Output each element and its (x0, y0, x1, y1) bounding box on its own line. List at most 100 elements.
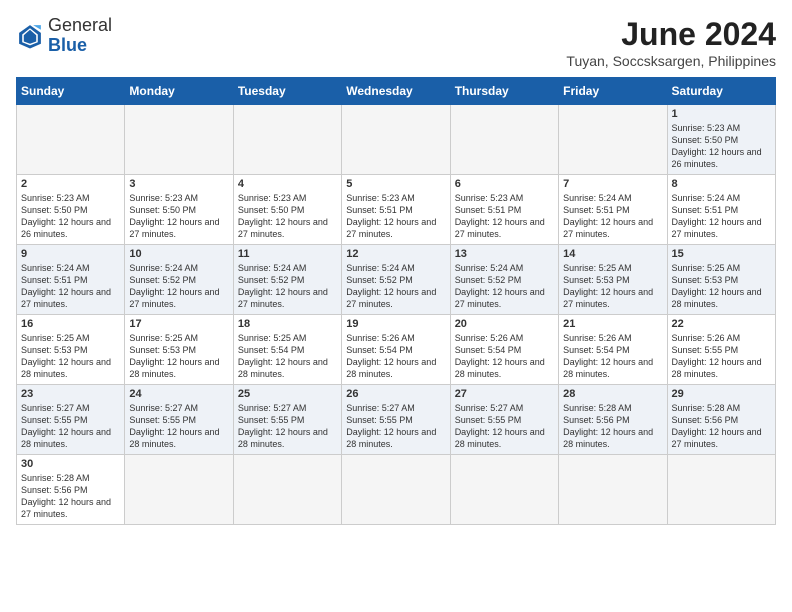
day-number: 3 (129, 178, 228, 190)
day-info: Sunrise: 5:25 AM Sunset: 5:53 PM Dayligh… (563, 262, 662, 311)
calendar-cell: 17 Sunrise: 5:25 AM Sunset: 5:53 PM Dayli… (125, 315, 233, 385)
day-number: 2 (21, 178, 120, 190)
day-number: 26 (346, 388, 445, 400)
month-year-title: June 2024 (566, 16, 776, 53)
calendar-day-header: Friday (559, 78, 667, 105)
calendar-day-header: Saturday (667, 78, 775, 105)
calendar-cell: 16 Sunrise: 5:25 AM Sunset: 5:53 PM Dayli… (17, 315, 125, 385)
day-number: 28 (563, 388, 662, 400)
day-info: Sunrise: 5:24 AM Sunset: 5:52 PM Dayligh… (346, 262, 445, 311)
day-info: Sunrise: 5:27 AM Sunset: 5:55 PM Dayligh… (21, 402, 120, 451)
calendar-cell: 13Sunrise: 5:24 AM Sunset: 5:52 PM Dayli… (450, 245, 558, 315)
day-number: 17 (129, 318, 228, 330)
calendar-cell: 26 Sunrise: 5:27 AM Sunset: 5:55 PM Dayli… (342, 385, 450, 455)
day-info: Sunrise: 5:28 AM Sunset: 5:56 PM Dayligh… (21, 472, 120, 521)
calendar-cell: 9 Sunrise: 5:24 AM Sunset: 5:51 PM Daylig… (17, 245, 125, 315)
calendar-cell (559, 455, 667, 525)
day-number: 6 (455, 178, 554, 190)
calendar-cell: 2 Sunrise: 5:23 AM Sunset: 5:50 PM Daylig… (17, 175, 125, 245)
calendar-cell: 21Sunrise: 5:26 AM Sunset: 5:54 PM Dayli… (559, 315, 667, 385)
day-info: Sunrise: 5:23 AM Sunset: 5:50 PM Dayligh… (238, 192, 337, 241)
day-number: 8 (672, 178, 771, 190)
calendar-week-row: 16 Sunrise: 5:25 AM Sunset: 5:53 PM Dayli… (17, 315, 776, 385)
day-number: 23 (21, 388, 120, 400)
day-info: Sunrise: 5:25 AM Sunset: 5:53 PM Dayligh… (21, 332, 120, 381)
calendar-week-row: 2 Sunrise: 5:23 AM Sunset: 5:50 PM Daylig… (17, 175, 776, 245)
calendar-day-header: Wednesday (342, 78, 450, 105)
day-number: 1 (672, 108, 771, 120)
day-info: Sunrise: 5:23 AM Sunset: 5:50 PM Dayligh… (129, 192, 228, 241)
day-number: 15 (672, 248, 771, 260)
day-info: Sunrise: 5:23 AM Sunset: 5:50 PM Dayligh… (21, 192, 120, 241)
day-info: Sunrise: 5:24 AM Sunset: 5:52 PM Dayligh… (238, 262, 337, 311)
location-subtitle: Tuyan, Soccsksargen, Philippines (566, 53, 776, 69)
logo-text: General Blue (48, 16, 112, 56)
day-number: 27 (455, 388, 554, 400)
day-number: 4 (238, 178, 337, 190)
day-info: Sunrise: 5:24 AM Sunset: 5:51 PM Dayligh… (21, 262, 120, 311)
calendar-cell: 18 Sunrise: 5:25 AM Sunset: 5:54 PM Dayli… (233, 315, 341, 385)
calendar-cell: 20Sunrise: 5:26 AM Sunset: 5:54 PM Dayli… (450, 315, 558, 385)
calendar-cell: 3 Sunrise: 5:23 AM Sunset: 5:50 PM Daylig… (125, 175, 233, 245)
day-info: Sunrise: 5:25 AM Sunset: 5:53 PM Dayligh… (129, 332, 228, 381)
calendar-week-row: 9 Sunrise: 5:24 AM Sunset: 5:51 PM Daylig… (17, 245, 776, 315)
calendar-cell (450, 105, 558, 175)
day-number: 16 (21, 318, 120, 330)
calendar-day-header: Tuesday (233, 78, 341, 105)
day-number: 25 (238, 388, 337, 400)
calendar-cell (342, 105, 450, 175)
calendar-cell: 7Sunrise: 5:24 AM Sunset: 5:51 PM Daylig… (559, 175, 667, 245)
calendar-day-header: Sunday (17, 78, 125, 105)
day-number: 24 (129, 388, 228, 400)
day-info: Sunrise: 5:26 AM Sunset: 5:55 PM Dayligh… (672, 332, 771, 381)
logo-blue: Blue (48, 35, 87, 55)
calendar-week-row: 1 Sunrise: 5:23 AM Sunset: 5:50 PM Daylig… (17, 105, 776, 175)
day-number: 14 (563, 248, 662, 260)
day-info: Sunrise: 5:28 AM Sunset: 5:56 PM Dayligh… (563, 402, 662, 451)
day-info: Sunrise: 5:23 AM Sunset: 5:51 PM Dayligh… (346, 192, 445, 241)
calendar-cell: 4 Sunrise: 5:23 AM Sunset: 5:50 PM Daylig… (233, 175, 341, 245)
day-info: Sunrise: 5:23 AM Sunset: 5:50 PM Dayligh… (672, 122, 771, 171)
calendar-cell (125, 105, 233, 175)
calendar-cell (342, 455, 450, 525)
calendar-header-row: SundayMondayTuesdayWednesdayThursdayFrid… (17, 78, 776, 105)
calendar-cell: 27 Sunrise: 5:27 AM Sunset: 5:55 PM Dayli… (450, 385, 558, 455)
calendar-cell (125, 455, 233, 525)
day-info: Sunrise: 5:27 AM Sunset: 5:55 PM Dayligh… (346, 402, 445, 451)
day-info: Sunrise: 5:25 AM Sunset: 5:53 PM Dayligh… (672, 262, 771, 311)
page-header: General Blue June 2024 Tuyan, Soccsksarg… (16, 16, 776, 69)
calendar-cell: 19Sunrise: 5:26 AM Sunset: 5:54 PM Dayli… (342, 315, 450, 385)
day-info: Sunrise: 5:23 AM Sunset: 5:51 PM Dayligh… (455, 192, 554, 241)
day-info: Sunrise: 5:28 AM Sunset: 5:56 PM Dayligh… (672, 402, 771, 451)
day-number: 29 (672, 388, 771, 400)
day-number: 7 (563, 178, 662, 190)
day-number: 12 (346, 248, 445, 260)
logo: General Blue (16, 16, 112, 56)
day-number: 20 (455, 318, 554, 330)
day-number: 9 (21, 248, 120, 260)
calendar-cell: 15 Sunrise: 5:25 AM Sunset: 5:53 PM Dayli… (667, 245, 775, 315)
calendar-cell (450, 455, 558, 525)
calendar-cell (667, 455, 775, 525)
day-info: Sunrise: 5:27 AM Sunset: 5:55 PM Dayligh… (238, 402, 337, 451)
calendar-cell: 10Sunrise: 5:24 AM Sunset: 5:52 PM Dayli… (125, 245, 233, 315)
day-info: Sunrise: 5:25 AM Sunset: 5:54 PM Dayligh… (238, 332, 337, 381)
day-info: Sunrise: 5:26 AM Sunset: 5:54 PM Dayligh… (563, 332, 662, 381)
day-number: 18 (238, 318, 337, 330)
day-number: 5 (346, 178, 445, 190)
calendar-cell: 22 Sunrise: 5:26 AM Sunset: 5:55 PM Dayli… (667, 315, 775, 385)
calendar-cell: 5 Sunrise: 5:23 AM Sunset: 5:51 PM Daylig… (342, 175, 450, 245)
general-blue-icon (16, 22, 44, 50)
calendar-cell: 25 Sunrise: 5:27 AM Sunset: 5:55 PM Dayli… (233, 385, 341, 455)
calendar-week-row: 30 Sunrise: 5:28 AM Sunset: 5:56 PM Dayli… (17, 455, 776, 525)
calendar-cell: 14 Sunrise: 5:25 AM Sunset: 5:53 PM Dayli… (559, 245, 667, 315)
day-info: Sunrise: 5:27 AM Sunset: 5:55 PM Dayligh… (455, 402, 554, 451)
day-number: 13 (455, 248, 554, 260)
day-info: Sunrise: 5:24 AM Sunset: 5:51 PM Dayligh… (672, 192, 771, 241)
logo-general: General (48, 15, 112, 35)
calendar-cell: 29 Sunrise: 5:28 AM Sunset: 5:56 PM Dayli… (667, 385, 775, 455)
day-number: 30 (21, 458, 120, 470)
calendar-cell: 24Sunrise: 5:27 AM Sunset: 5:55 PM Dayli… (125, 385, 233, 455)
calendar-cell: 6 Sunrise: 5:23 AM Sunset: 5:51 PM Daylig… (450, 175, 558, 245)
day-number: 22 (672, 318, 771, 330)
